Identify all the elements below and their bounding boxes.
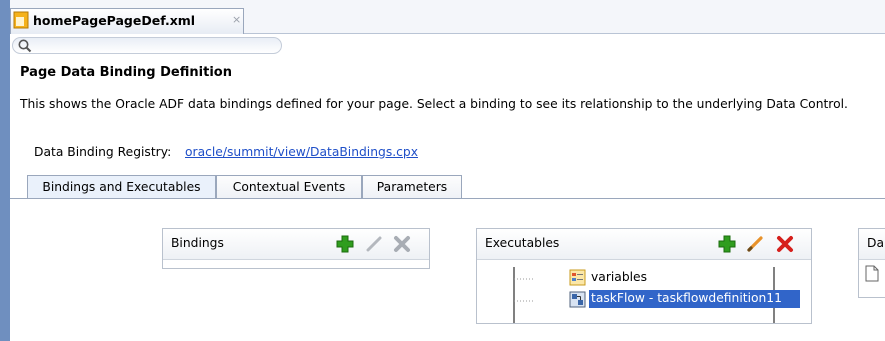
data-controls-panel-header: Da — [859, 229, 885, 260]
bindings-panel-title: Bindings — [171, 236, 224, 250]
add-icon[interactable] — [335, 234, 355, 254]
document-icon — [865, 265, 879, 282]
search-input[interactable] — [12, 37, 282, 54]
tab-parameters[interactable]: Parameters — [362, 175, 462, 199]
bindings-panel-header: Bindings — [163, 229, 429, 260]
registry-label: Data Binding Registry: — [34, 145, 172, 159]
xml-file-icon — [13, 11, 29, 29]
registry-link[interactable]: oracle/summit/view/DataBindings.cpx — [185, 145, 418, 159]
data-controls-panel-title: Da — [867, 236, 885, 250]
edit-icon[interactable] — [745, 234, 765, 254]
search-icon — [18, 39, 32, 53]
add-icon[interactable] — [717, 234, 737, 254]
delete-icon — [394, 236, 410, 252]
tab-contextual-events[interactable]: Contextual Events — [216, 175, 362, 199]
delete-icon[interactable] — [775, 234, 795, 254]
data-controls-panel: Da — [858, 228, 885, 298]
edit-icon — [366, 236, 382, 252]
taskflow-icon — [569, 291, 586, 308]
executables-panel-title: Executables — [485, 236, 560, 250]
editor-tab-title: homePagePageDef.xml — [33, 13, 196, 28]
variables-icon — [569, 269, 586, 286]
tree-item-label: taskFlow - taskflowdefinition11 — [589, 290, 800, 308]
page-title: Page Data Binding Definition — [20, 65, 232, 80]
page-description: This shows the Oracle ADF data bindings … — [20, 97, 848, 111]
executables-panel-header: Executables — [477, 229, 811, 260]
bindings-panel: Bindings — [162, 228, 430, 269]
left-edge-bar — [0, 0, 10, 341]
close-icon[interactable]: × — [232, 13, 241, 26]
tab-bindings-and-executables[interactable]: Bindings and Executables — [27, 175, 216, 199]
tree-item-label: variables — [591, 270, 648, 284]
